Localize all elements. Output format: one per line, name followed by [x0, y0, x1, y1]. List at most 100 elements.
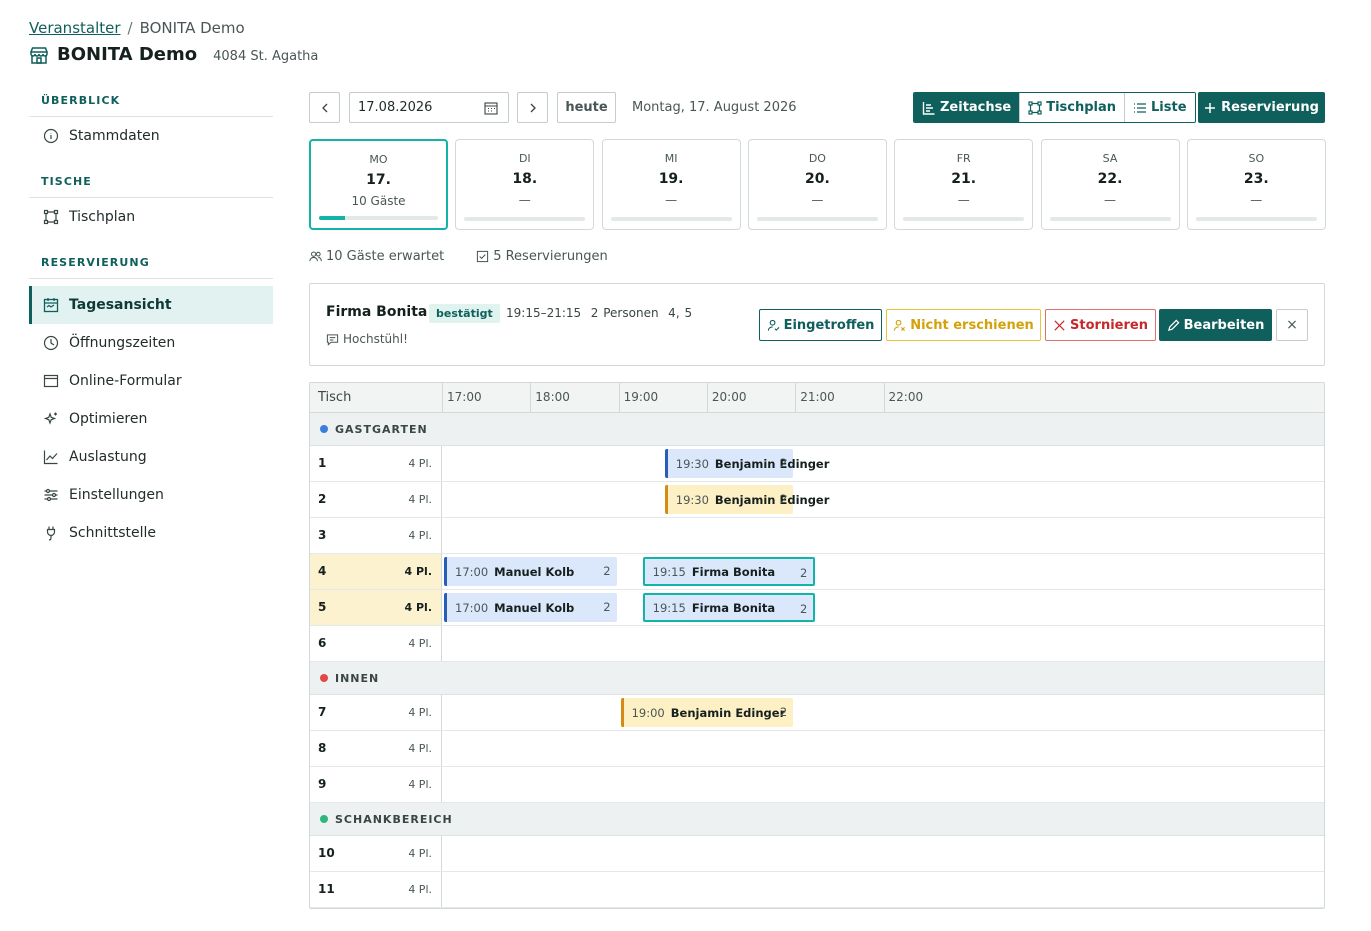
sidebar-item-tagesansicht[interactable]: Tagesansicht: [29, 286, 273, 324]
table-number: 7: [318, 705, 327, 719]
day-card-fr[interactable]: FR 21. —: [894, 139, 1034, 230]
today-button[interactable]: heute: [557, 92, 616, 123]
occupancy-bar: [464, 217, 586, 221]
table-number: 4: [318, 564, 327, 578]
table-seats: 4 Pl.: [408, 778, 432, 791]
day-name: DO: [808, 152, 826, 165]
day-date: 23.: [1243, 171, 1269, 187]
table-label[interactable]: 7 4 Pl.: [310, 695, 442, 730]
edit-reservation-button[interactable]: Bearbeiten: [1159, 309, 1272, 341]
breadcrumb-link-veranstalter[interactable]: Veranstalter: [29, 19, 121, 37]
date-field[interactable]: 17.08.2026: [349, 92, 509, 123]
day-date: 17.: [366, 172, 391, 188]
table-row: 24 Pl. 19:30 Benjamin Edinger 2: [310, 482, 1324, 518]
reservation-count: 5 Reservierungen: [476, 249, 624, 264]
table-label[interactable]: 11 4 Pl.: [310, 872, 442, 907]
table-number: 10: [318, 846, 335, 860]
reservation-time: 19:15: [652, 564, 686, 579]
browser-icon: [43, 374, 59, 388]
list-icon: [1134, 102, 1147, 113]
reservation-block[interactable]: 19:15 Firma Bonita 2: [642, 593, 816, 622]
reservation-block[interactable]: 19:30 Benjamin Edinger 2: [664, 485, 829, 514]
table-label[interactable]: 10 4 Pl.: [310, 836, 442, 871]
close-panel-button[interactable]: ×: [1276, 309, 1308, 341]
new-reservation-button[interactable]: Reservierung: [1198, 92, 1325, 123]
reservation-block[interactable]: 19:00 Benjamin Edinger 2: [620, 698, 794, 727]
table-label[interactable]: 3 4 Pl.: [310, 518, 442, 553]
reservation-time: 17:00: [455, 564, 489, 579]
day-card-sa[interactable]: SA 22. —: [1040, 139, 1180, 230]
calendar-icon[interactable]: [484, 101, 498, 115]
reservation-guest: Firma Bonita: [691, 564, 776, 579]
sidebar-item-online-formular[interactable]: Online-Formular: [29, 362, 273, 400]
occupancy-bar: [756, 217, 878, 221]
page-header: BONITA Demo 4084 St. Agatha: [29, 44, 318, 65]
reservation-count-label: 5 Reservierungen: [493, 249, 608, 264]
table-label[interactable]: 9 4 Pl.: [310, 767, 442, 802]
view-tischplan-button[interactable]: Tischplan: [1019, 93, 1125, 122]
sidebar-item-label: Schnittstelle: [69, 525, 156, 541]
table-label[interactable]: 2 4 Pl.: [310, 482, 442, 517]
table-label[interactable]: 5 4 Pl.: [310, 590, 442, 625]
hour-tick: 21:00: [795, 383, 835, 413]
sidebar: ÜBERBLICK Stammdaten TISCHE Tischplan RE…: [29, 86, 273, 552]
table-number: 6: [318, 636, 327, 650]
no-show-label: Nicht erschienen: [910, 317, 1034, 333]
cancel-reservation-button[interactable]: Stornieren: [1045, 309, 1156, 341]
sidebar-item-stammdaten[interactable]: Stammdaten: [29, 117, 273, 155]
day-date: 22.: [1097, 171, 1123, 187]
table-label[interactable]: 8 4 Pl.: [310, 731, 442, 766]
sidebar-item-optimieren[interactable]: Optimieren: [29, 400, 273, 438]
day-date: 19.: [658, 171, 684, 187]
edit-label: Bearbeiten: [1183, 317, 1265, 333]
day-card-so[interactable]: SO 23. —: [1186, 139, 1326, 230]
reservation-guest: Benjamin Edinger: [714, 492, 830, 507]
reservation-block[interactable]: 19:15 Firma Bonita 2: [642, 557, 816, 586]
sidebar-item-auslastung[interactable]: Auslastung: [29, 438, 273, 476]
day-date: 18.: [512, 171, 538, 187]
chevron-left-icon: [321, 103, 327, 112]
reservation-block[interactable]: 19:30 Benjamin Edinger 2: [664, 449, 829, 478]
view-zeitachse-button[interactable]: Zeitachse: [914, 93, 1020, 122]
user-x-icon: [894, 319, 906, 331]
day-card-do[interactable]: DO 20. —: [747, 139, 887, 230]
day-guests: —: [665, 193, 678, 207]
reservation-block[interactable]: 17:00 Manuel Kolb 2: [444, 557, 617, 586]
comment-icon: [326, 333, 339, 346]
sidebar-section-overview: ÜBERBLICK: [29, 86, 273, 117]
hour-tick: 17:00: [442, 383, 482, 413]
prev-day-button[interactable]: [309, 92, 340, 123]
breadcrumb: Veranstalter / BONITA Demo: [29, 19, 245, 37]
table-label[interactable]: 4 4 Pl.: [310, 554, 442, 589]
sidebar-item-schnittstelle[interactable]: Schnittstelle: [29, 514, 273, 552]
table-row: 1 4 Pl. 19:30 Benjamin Edinger 2: [310, 446, 1324, 482]
guest-count-label: 10 Gäste erwartet: [326, 249, 445, 264]
reservation-block[interactable]: 17:00 Manuel Kolb 2: [444, 593, 617, 622]
area-name: GASTGARTEN: [335, 422, 428, 436]
no-show-button[interactable]: Nicht erschienen: [886, 309, 1041, 341]
table-seats: 4 Pl.: [408, 493, 432, 506]
reservation-meta: 19:15–21:15 2 Personen 4, 5: [506, 306, 693, 320]
table-label[interactable]: 6 4 Pl.: [310, 626, 442, 661]
day-card-di[interactable]: DI 18. —: [455, 139, 595, 230]
sidebar-section-tables: TISCHE: [29, 167, 273, 198]
table-seats: 4 Pl.: [404, 565, 433, 578]
table-layout-icon: [43, 209, 59, 225]
calendar-icon: [43, 298, 59, 313]
sidebar-item-einstellungen[interactable]: Einstellungen: [29, 476, 273, 514]
next-day-button[interactable]: [517, 92, 548, 123]
arrived-button[interactable]: Eingetroffen: [759, 309, 882, 341]
table-label[interactable]: 1 4 Pl.: [310, 446, 442, 481]
table-row: 6 4 Pl.: [310, 626, 1324, 662]
day-card-mi[interactable]: MI 19. —: [601, 139, 741, 230]
sidebar-item-tischplan[interactable]: Tischplan: [29, 198, 273, 236]
day-card-mo[interactable]: MO 17. 10 Gäste: [309, 139, 448, 230]
reservation-time: 19:15: [652, 600, 686, 615]
day-name: DI: [518, 152, 531, 165]
view-liste-button[interactable]: Liste: [1124, 93, 1195, 122]
timeline-header: Tisch 17:00 18:00 19:00 20:00 21:00 22:00: [310, 383, 1324, 413]
users-icon: [309, 251, 322, 262]
date-field-value: 17.08.2026: [358, 100, 433, 115]
area-group-header: INNEN: [310, 662, 1324, 695]
sidebar-item-oeffnungszeiten[interactable]: Öffnungszeiten: [29, 324, 273, 362]
